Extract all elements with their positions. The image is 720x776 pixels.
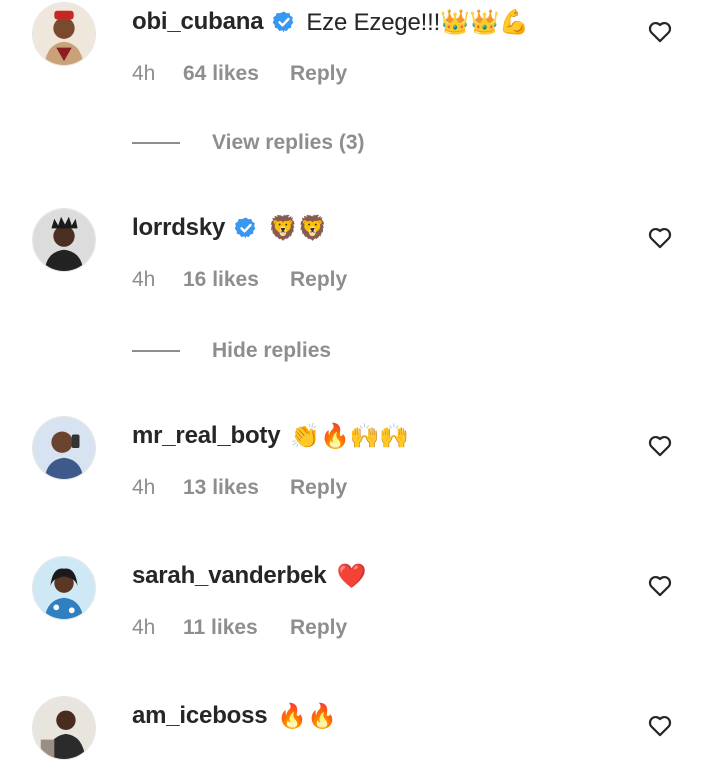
comment-text: ❤️	[336, 562, 367, 590]
comment-header: am_iceboss 🔥🔥	[132, 696, 337, 736]
heart-outline-icon[interactable]	[646, 223, 674, 251]
like-count[interactable]: 64 likes	[183, 62, 290, 86]
username[interactable]: lorrdsky	[132, 214, 225, 242]
comment-text: 🦁🦁	[268, 214, 328, 242]
avatar[interactable]	[32, 208, 96, 272]
username[interactable]: obi_cubana	[132, 8, 264, 36]
comment-header: mr_real_boty 👏🔥🙌🙌	[132, 416, 409, 456]
reply-button[interactable]: Reply	[290, 616, 347, 640]
comment: am_iceboss 🔥🔥	[0, 696, 720, 776]
like-count[interactable]: 16 likes	[183, 268, 290, 292]
reply-button[interactable]: Reply	[290, 268, 347, 292]
comment-text: Eze Ezege!!!👑👑💪	[306, 8, 530, 36]
heart-outline-icon[interactable]	[646, 711, 674, 739]
like-count[interactable]: 13 likes	[183, 476, 290, 500]
view-replies-label: View replies (3)	[212, 131, 365, 154]
comment-meta: 4h 16 likes Reply	[132, 268, 347, 292]
hide-replies-label: Hide replies	[212, 339, 332, 362]
verified-badge-icon	[272, 10, 296, 34]
timestamp: 4h	[132, 62, 156, 85]
comment-meta: 4h 11 likes Reply	[132, 616, 347, 640]
divider	[132, 350, 180, 352]
comment: sarah_vanderbek ❤️ 4h 11 likes Reply	[0, 556, 720, 639]
verified-badge-icon	[234, 216, 258, 240]
heart-outline-icon[interactable]	[646, 431, 674, 459]
timestamp: 4h	[132, 476, 156, 499]
timestamp: 4h	[132, 616, 156, 639]
comment: mr_real_boty 👏🔥🙌🙌 4h 13 likes Reply	[0, 416, 720, 499]
heart-outline-icon[interactable]	[646, 571, 674, 599]
reply-button[interactable]: Reply	[290, 62, 347, 86]
comment-header: sarah_vanderbek ❤️	[132, 556, 366, 596]
avatar[interactable]	[32, 696, 96, 760]
view-replies-button[interactable]: View replies (3)	[132, 131, 365, 155]
hide-replies-button[interactable]: Hide replies	[132, 339, 331, 363]
comment: obi_cubana Eze Ezege!!!👑👑💪 4h 64 likes R…	[0, 2, 720, 85]
heart-outline-icon[interactable]	[646, 17, 674, 45]
comment: lorrdsky 🦁🦁 4h 16 likes Reply	[0, 208, 720, 291]
comment-meta: 4h 64 likes Reply	[132, 62, 347, 86]
comment-text: 👏🔥🙌🙌	[290, 422, 410, 450]
avatar[interactable]	[32, 556, 96, 620]
timestamp: 4h	[132, 268, 156, 291]
avatar[interactable]	[32, 416, 96, 480]
avatar[interactable]	[32, 2, 96, 66]
reply-button[interactable]: Reply	[290, 476, 347, 500]
comment-meta: 4h 13 likes Reply	[132, 476, 347, 500]
username[interactable]: mr_real_boty	[132, 422, 281, 450]
like-count[interactable]: 11 likes	[183, 616, 290, 640]
comment-text: 🔥🔥	[277, 702, 337, 730]
comment-header: obi_cubana Eze Ezege!!!👑👑💪	[132, 2, 529, 42]
divider	[132, 142, 180, 144]
comment-header: lorrdsky 🦁🦁	[132, 208, 328, 248]
username[interactable]: sarah_vanderbek	[132, 562, 327, 590]
username[interactable]: am_iceboss	[132, 702, 268, 730]
